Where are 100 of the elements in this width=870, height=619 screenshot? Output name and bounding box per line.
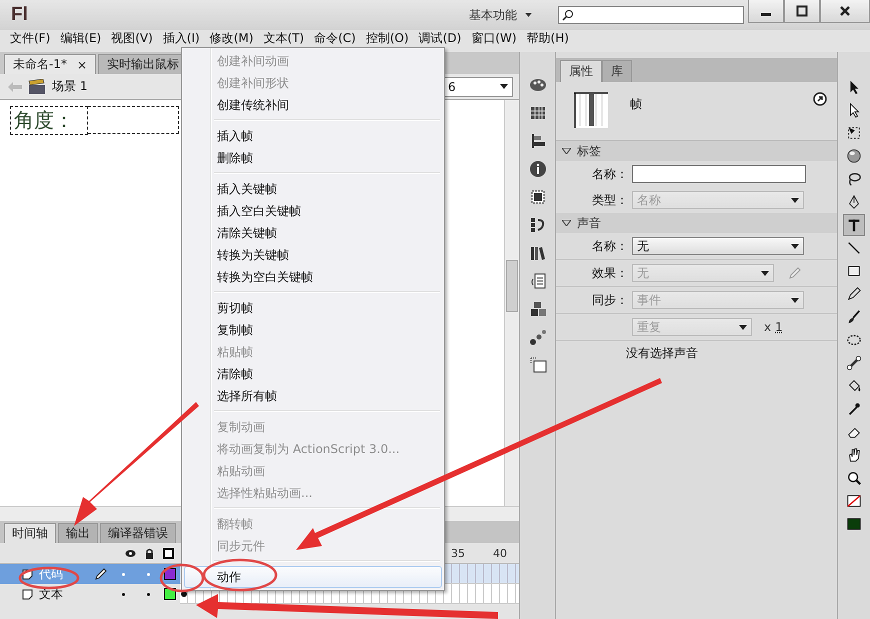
motion-icon[interactable] (528, 356, 546, 374)
maximize-icon (796, 5, 808, 17)
rectangle-icon (846, 263, 862, 279)
line-icon (846, 240, 862, 256)
visibility-dot[interactable] (122, 572, 125, 576)
zoom-dropdown[interactable]: 6 (443, 76, 513, 96)
context-menu-item[interactable]: 清除关键帧 (184, 222, 442, 244)
sphere-icon (846, 148, 862, 164)
eye-icon[interactable] (125, 548, 136, 558)
tab-close-button[interactable]: × (76, 58, 88, 72)
context-menu-item[interactable]: 选择所有帧 (184, 385, 442, 407)
layer-icon (22, 588, 33, 600)
paint-bucket-icon (846, 378, 862, 394)
context-menu-item[interactable]: 清除帧 (184, 363, 442, 385)
menu-item[interactable]: 窗口(W) (467, 31, 521, 45)
menu-item[interactable]: 插入(I) (158, 31, 204, 45)
menu-item[interactable]: 视图(V) (107, 31, 157, 45)
menu-item[interactable]: 文本(T) (259, 31, 308, 45)
panel-tab[interactable]: 输出 (58, 523, 98, 543)
close-icon (839, 5, 851, 17)
caret-icon (791, 198, 799, 202)
caret-icon (500, 84, 508, 89)
menu-item[interactable]: 修改(M) (206, 31, 258, 45)
text-tool-button[interactable] (843, 214, 865, 236)
menu-item[interactable]: 编辑(E) (56, 31, 106, 45)
clapperboard-icon (28, 78, 46, 94)
section-title: 声音 (577, 214, 601, 232)
context-menu-item[interactable]: 转换为空白关键帧 (184, 266, 442, 288)
section-header[interactable]: 声音 (556, 213, 837, 233)
menu-item[interactable]: 控制(O) (362, 31, 413, 45)
lock-dot[interactable] (147, 592, 150, 596)
context-menu-item[interactable]: 插入帧 (184, 125, 442, 147)
info-icon[interactable] (528, 160, 546, 178)
panel-tab[interactable]: 库 (602, 60, 632, 82)
field-label: 名称： (591, 166, 628, 182)
context-menu-item[interactable]: 创建传统补间 (184, 94, 442, 116)
text-box[interactable] (88, 106, 179, 134)
field-label: 名称： (591, 238, 628, 254)
dots-icon[interactable] (528, 328, 546, 346)
visibility-dot[interactable] (122, 592, 125, 596)
caret-icon (739, 324, 747, 330)
close-button[interactable] (820, 0, 870, 23)
field-label: 类型： (591, 192, 628, 208)
selection-type: 帧 (630, 96, 643, 113)
maximize-button[interactable] (784, 0, 820, 23)
bone-icon (846, 355, 862, 371)
menu-item[interactable]: 调试(D) (414, 31, 466, 45)
dashed-square-icon (846, 125, 862, 141)
vertical-scrollbar[interactable] (504, 100, 519, 506)
dotted-ellipse-icon (846, 332, 862, 348)
history-icon[interactable] (528, 216, 546, 234)
dropdown[interactable]: 无 (632, 237, 804, 255)
lock-dot[interactable] (147, 572, 150, 576)
search-field[interactable] (558, 6, 744, 24)
menu-item[interactable]: 帮助(H) (522, 31, 573, 45)
panel-tab[interactable]: 属性 (560, 60, 602, 82)
lock-icon[interactable] (144, 548, 155, 558)
context-menu-item[interactable]: 复制帧 (184, 319, 442, 341)
layer-row[interactable]: 文本 (0, 584, 180, 604)
panel-tab[interactable]: 编译器错误 (100, 523, 176, 543)
caret-icon (791, 244, 799, 248)
frame-number: 35 (451, 546, 465, 560)
help-icon[interactable] (813, 92, 827, 106)
brush-icon (846, 309, 862, 325)
letter-t-icon (846, 217, 862, 233)
section-header[interactable]: 标签 (556, 141, 837, 161)
name-field[interactable] (632, 165, 806, 183)
stage-text[interactable]: 角度： (10, 106, 88, 135)
cubes-icon[interactable] (528, 300, 546, 318)
menu-item[interactable]: 文件(F) (6, 31, 54, 45)
lasso-icon (846, 171, 862, 187)
grid-icon[interactable] (528, 104, 546, 122)
transform-icon[interactable] (528, 188, 546, 206)
menu-item[interactable]: 命令(C) (310, 31, 360, 45)
workspace-dropdown[interactable]: 基本功能 (463, 4, 538, 26)
frame-number: 40 (493, 546, 507, 560)
ellipse-annotation (18, 566, 80, 590)
minimize-button[interactable] (748, 0, 784, 23)
section-title: 标签 (577, 142, 601, 160)
caret-icon (761, 270, 769, 276)
palette-icon[interactable] (528, 76, 546, 94)
fill-color-icon (846, 516, 862, 532)
context-menu-item[interactable]: 删除帧 (184, 147, 442, 169)
magnifier-icon (846, 470, 862, 486)
layer-name: 文本 (39, 586, 64, 602)
times-label: x (764, 320, 772, 334)
library-icon[interactable] (528, 244, 546, 262)
context-menu-item[interactable]: 插入空白关键帧 (184, 200, 442, 222)
context-menu-item[interactable]: 插入关键帧 (184, 178, 442, 200)
pencil-icon (846, 286, 862, 302)
panel-tab[interactable]: 时间轴 (4, 523, 56, 543)
pen-nib-icon (846, 194, 862, 210)
outline-icon[interactable] (163, 548, 174, 558)
context-menu-item[interactable]: 剪切帧 (184, 297, 442, 319)
script-icon[interactable] (528, 272, 546, 290)
eyedropper-icon (846, 401, 862, 417)
document-tab[interactable]: 未命名-1* × (4, 54, 96, 74)
context-menu-item[interactable]: 动作 (184, 566, 442, 588)
context-menu-item[interactable]: 转换为关键帧 (184, 244, 442, 266)
app-logo: Fl (11, 4, 28, 26)
